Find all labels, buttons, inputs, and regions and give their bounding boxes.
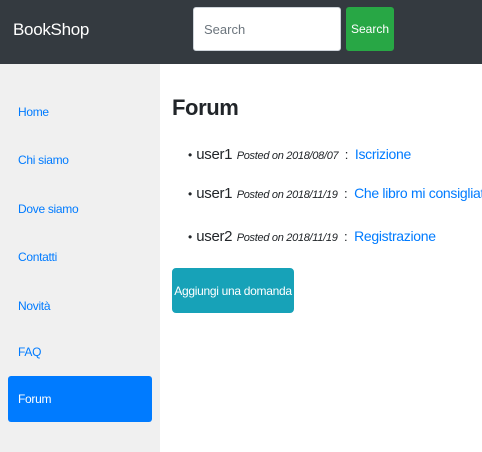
sidebar-item-dove-siamo[interactable]: Dove siamo: [8, 186, 152, 232]
sidebar-item-faq[interactable]: FAQ: [8, 329, 152, 375]
top-navbar: BookShop Search: [0, 0, 482, 64]
post-topic-link[interactable]: Registrazione: [354, 228, 436, 244]
post-separator: :: [343, 186, 348, 201]
post-topic-link[interactable]: Iscrizione: [355, 146, 411, 162]
post-date: Posted on 2018/11/19: [236, 232, 338, 244]
list-item: • user1 Posted on 2018/11/19 : Che libro …: [188, 182, 482, 204]
sidebar-item-home[interactable]: Home: [8, 89, 152, 135]
list-item: • user2 Posted on 2018/11/19 : Registrazi…: [188, 225, 436, 247]
sidebar-item-forum[interactable]: Forum: [8, 376, 152, 422]
sidebar: Home Chi siamo Dove siamo Contatti Novit…: [0, 64, 160, 452]
sidebar-item-chi-siamo[interactable]: Chi siamo: [8, 137, 152, 183]
post-separator: :: [343, 229, 348, 244]
post-date: Posted on 2018/08/07: [236, 150, 339, 162]
list-item: • user1 Posted on 2018/08/07 : Iscrizione: [188, 143, 411, 165]
post-topic-link[interactable]: Che libro mi consigliate?: [354, 185, 482, 201]
sidebar-item-contatti[interactable]: Contatti: [8, 234, 152, 280]
bullet-icon: •: [188, 230, 193, 244]
page-title: Forum: [172, 95, 239, 120]
search-button[interactable]: Search: [346, 7, 394, 51]
post-user: user2: [196, 228, 233, 245]
sidebar-item-novita[interactable]: Novità: [8, 283, 152, 329]
post-user: user1: [196, 185, 233, 202]
post-separator: :: [344, 147, 349, 162]
bullet-icon: •: [188, 148, 193, 162]
post-date: Posted on 2018/11/19: [236, 189, 338, 201]
post-user: user1: [196, 146, 233, 163]
add-question-button[interactable]: Aggiungi una domanda: [172, 268, 294, 313]
search-input[interactable]: [193, 7, 341, 51]
brand-logo[interactable]: BookShop: [13, 20, 89, 40]
bullet-icon: •: [188, 187, 193, 201]
